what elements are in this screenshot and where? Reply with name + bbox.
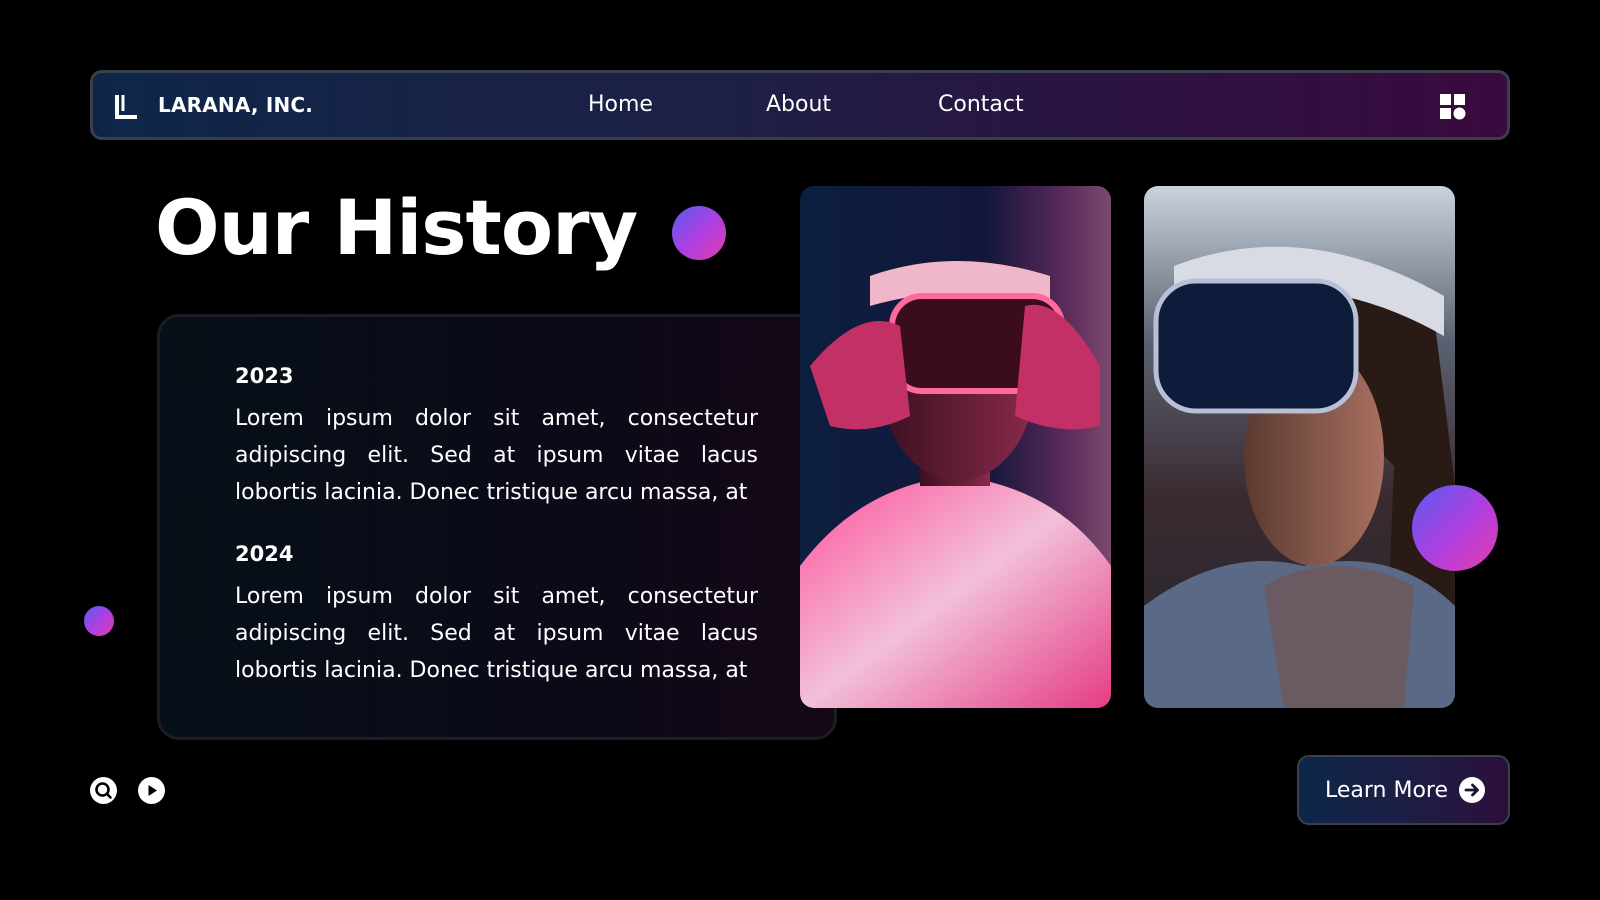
- history-entry: 2023 Lorem ipsum dolor sit amet, consect…: [235, 364, 758, 511]
- history-text: Lorem ipsum dolor sit amet, consectetur …: [235, 406, 758, 505]
- learn-more-label: Learn More: [1325, 777, 1449, 803]
- history-year: 2024: [235, 542, 294, 566]
- brand-name: LARANA, INC.: [158, 93, 314, 117]
- nav-link-home[interactable]: Home: [588, 92, 653, 117]
- grid-icon[interactable]: [1439, 93, 1467, 121]
- vr-photo-man: [800, 186, 1111, 708]
- play-icon[interactable]: [138, 777, 165, 804]
- navbar: LARANA, INC. Home About Contact: [90, 70, 1510, 140]
- learn-more-button[interactable]: Learn More: [1297, 755, 1510, 825]
- arrow-right-icon: [1459, 777, 1486, 803]
- page-title: Our History: [155, 183, 638, 272]
- history-text: Lorem ipsum dolor sit amet, consectetur …: [235, 584, 758, 683]
- nav-link-contact[interactable]: Contact: [938, 92, 1024, 117]
- history-year: 2023: [235, 364, 294, 388]
- decorative-circle-large: [1412, 485, 1498, 571]
- vr-photo-woman: [1144, 186, 1455, 708]
- decorative-circle-small: [84, 606, 114, 636]
- nav-link-about[interactable]: About: [766, 92, 831, 117]
- search-icon[interactable]: [90, 777, 117, 804]
- logo-icon: [115, 95, 137, 119]
- history-entry: 2024 Lorem ipsum dolor sit amet, consect…: [235, 542, 758, 689]
- decorative-circle: [672, 206, 726, 260]
